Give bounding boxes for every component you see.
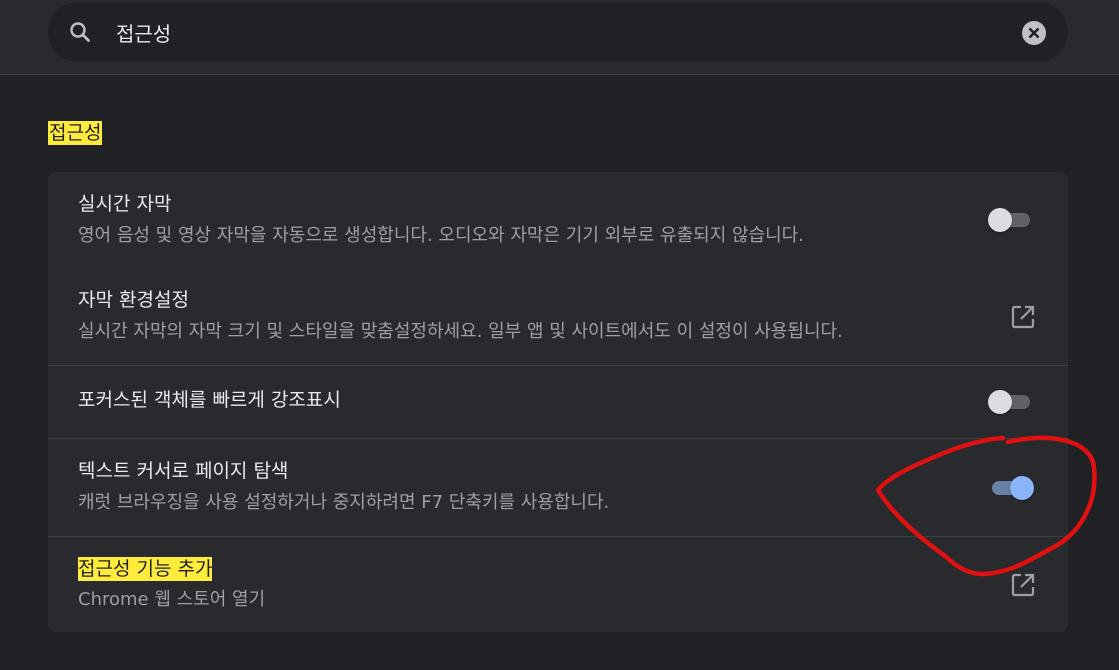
- setting-description: 영어 음성 및 영상 자막을 자동으로 생성합니다. 오디오와 자막은 기기 외…: [78, 225, 804, 246]
- accessibility-settings-card: 실시간 자막 영어 음성 및 영상 자막을 자동으로 생성합니다. 오디오와 자…: [48, 172, 1068, 632]
- setting-row-caret-browsing[interactable]: 텍스트 커서로 페이지 탐색 캐럿 브라우징을 사용 설정하거나 중지하려면 F…: [48, 438, 1068, 536]
- focus-highlight-toggle[interactable]: [988, 390, 1034, 414]
- caret-browsing-toggle[interactable]: [988, 476, 1034, 500]
- setting-title: 접근성 기능 추가: [78, 557, 213, 581]
- setting-row-add-accessibility-features[interactable]: 접근성 기능 추가 Chrome 웹 스토어 열기: [48, 536, 1068, 633]
- setting-title: 텍스트 커서로 페이지 탐색: [78, 460, 289, 482]
- external-link-icon[interactable]: [1010, 572, 1036, 598]
- setting-title: 자막 환경설정: [78, 289, 189, 311]
- setting-row-caption-preferences[interactable]: 자막 환경설정 실시간 자막의 자막 크기 및 스타일을 맞춤설정하세요. 일부…: [48, 268, 1068, 365]
- setting-description: Chrome 웹 스토어 열기: [78, 589, 266, 610]
- toggle-knob: [1010, 476, 1034, 500]
- settings-search-box[interactable]: [48, 2, 1068, 62]
- setting-title: 실시간 자막: [78, 193, 172, 215]
- setting-title: 포커스된 객체를 빠르게 강조표시: [78, 389, 341, 411]
- search-toolbar: [0, 0, 1119, 75]
- search-input[interactable]: [116, 16, 996, 48]
- live-caption-toggle[interactable]: [988, 208, 1034, 232]
- clear-search-button[interactable]: [1022, 21, 1046, 45]
- toggle-knob: [988, 208, 1012, 232]
- setting-description: 실시간 자막의 자막 크기 및 스타일을 맞춤설정하세요. 일부 앱 및 사이트…: [78, 321, 843, 342]
- setting-description: 캐럿 브라우징을 사용 설정하거나 중지하려면 F7 단축키를 사용합니다.: [78, 492, 610, 513]
- search-icon: [68, 20, 92, 44]
- setting-row-focus-highlight[interactable]: 포커스된 객체를 빠르게 강조표시: [48, 365, 1068, 438]
- clear-icon: [1028, 27, 1040, 39]
- external-link-icon[interactable]: [1010, 304, 1036, 330]
- section-title: 접근성: [48, 121, 103, 145]
- toggle-knob: [988, 390, 1012, 414]
- setting-row-live-caption[interactable]: 실시간 자막 영어 음성 및 영상 자막을 자동으로 생성합니다. 오디오와 자…: [48, 172, 1068, 268]
